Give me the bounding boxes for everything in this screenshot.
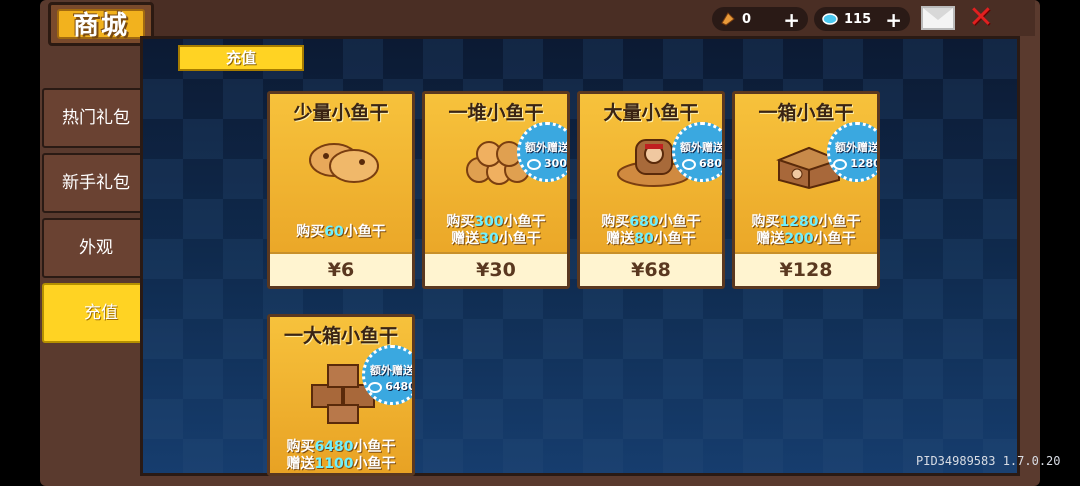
product-card-pile-fish[interactable]: 一堆小鱼干 额外赠送 300 购买300小鱼干 赠送30小鱼干 ¥30 [422,91,570,289]
sidebar-item-newbie-packs[interactable]: 新手礼包 [42,153,150,213]
bonus-badge: 额外赠送 1280 [827,122,877,182]
price-button[interactable]: ¥30 [425,252,567,286]
product-card-large-fish[interactable]: 大量小鱼干 额外赠送 680 购买680小鱼干 赠送80小鱼干 ¥68 [577,91,725,289]
product-gift-line: 赠送30小鱼干 [451,231,541,247]
fish-coin-icon [720,11,736,27]
product-name: 大量小鱼干 [603,102,699,124]
version-label: PID34989583 1.7.0.20 [916,454,1061,468]
bonus-badge: 额外赠送 680 [672,122,722,182]
sidebar-item-appearance[interactable]: 外观 [42,218,150,278]
section-label: 充值 [178,45,304,71]
fish-coin-counter: 0 + [712,7,808,32]
mail-icon[interactable] [921,6,955,30]
product-buy-line: 购买60小鱼干 [296,224,386,240]
product-card-small-fish[interactable]: 少量小鱼干 购买60小鱼干 ¥6 [267,91,415,289]
price-button[interactable]: ¥68 [580,252,722,286]
product-card-box-fish[interactable]: 一箱小鱼干 额外赠送 1280 购买1280小鱼干 赠送200小鱼干 ¥128 [732,91,880,289]
add-gem-button[interactable]: + [885,8,902,32]
bonus-badge: 额外赠送 6480 [362,345,412,405]
product-card-big-box-fish[interactable]: 一大箱小鱼干 额外赠送 6480 购买6480小鱼干 赠送1100小鱼干 [267,314,415,476]
add-fish-coin-button[interactable]: + [783,8,800,32]
gem-counter: 115 + [814,7,910,32]
sidebar-item-hot-packs[interactable]: 热门礼包 [42,88,150,148]
product-buy-line: 购买6480小鱼干 [286,439,396,455]
bonus-badge: 额外赠送 300 [517,122,567,182]
product-name: 一大箱小鱼干 [283,325,398,347]
product-buy-line: 购买680小鱼干 [601,214,701,230]
product-name: 少量小鱼干 [293,102,389,124]
product-gift-line: 赠送200小鱼干 [756,231,856,247]
price-button[interactable]: ¥6 [270,252,412,286]
close-icon[interactable]: ✕ [965,3,997,33]
fish-coin-value: 0 [742,11,752,27]
gem-value: 115 [844,11,872,27]
product-name: 一箱小鱼干 [758,102,854,124]
product-buy-line: 购买300小鱼干 [446,214,546,230]
fish-snack-icon [304,130,384,190]
store-title-tab: 商城 [48,2,154,46]
product-name: 一堆小鱼干 [448,102,544,124]
gem-icon [822,11,838,27]
product-buy-line: 购买1280小鱼干 [751,214,861,230]
product-gift-line: 赠送1100小鱼干 [286,456,396,472]
product-gift-line: 赠送80小鱼干 [606,231,696,247]
page-title: 商城 [57,9,145,41]
price-button[interactable]: ¥128 [735,252,877,286]
